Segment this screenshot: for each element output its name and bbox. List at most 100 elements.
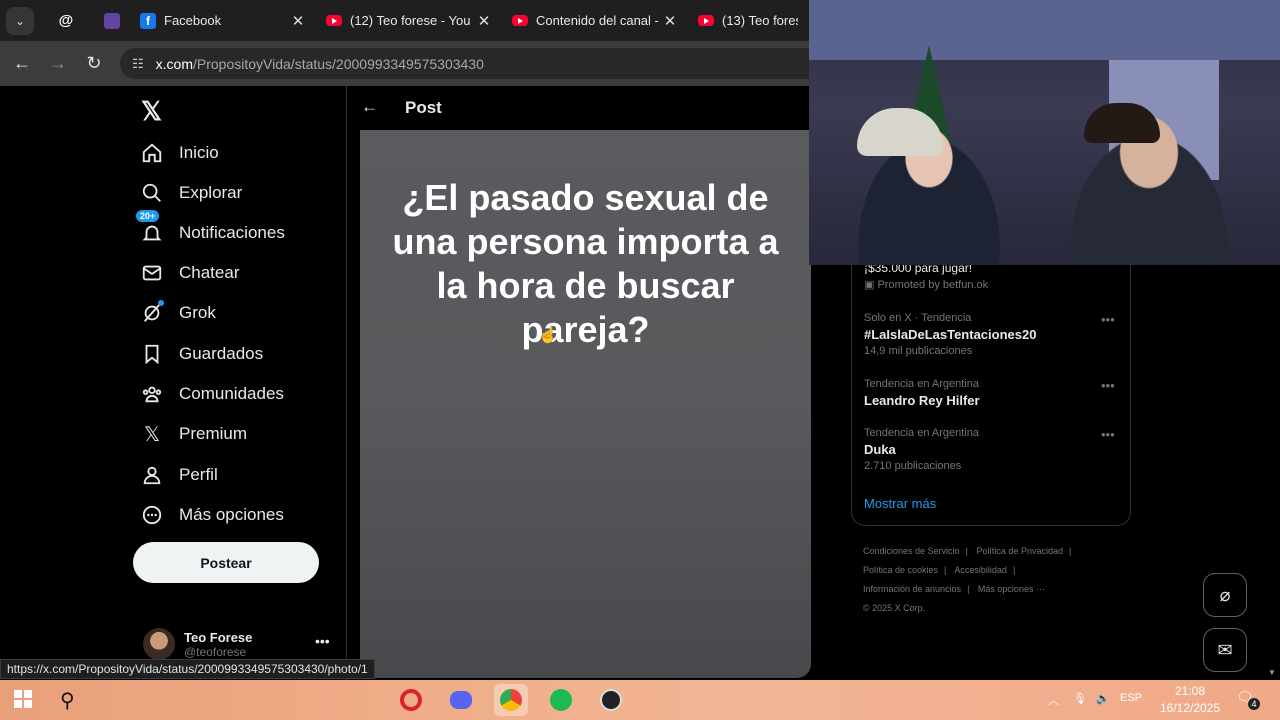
reload-button[interactable]: ↻ [76, 46, 112, 82]
search-icon [141, 182, 163, 204]
hand-cursor-icon: ☝ [538, 327, 558, 344]
tab-search-button[interactable]: ⌄ [6, 6, 34, 35]
sidebar-item-label: Comunidades [179, 384, 284, 403]
post-column: ← Post ¿El pasado sexual de una persona … [347, 86, 811, 680]
obs-icon[interactable] [594, 684, 628, 716]
pinned-tab-threads[interactable]: @ [48, 5, 84, 37]
opera-icon[interactable] [394, 684, 428, 716]
account-more-icon[interactable]: ••• [315, 633, 330, 649]
spotify-icon[interactable] [544, 684, 578, 716]
more-icon[interactable]: ••• [1101, 312, 1115, 327]
footer-terms-link[interactable]: Condiciones de Servicio [863, 546, 960, 556]
footer-copyright: © 2025 X Corp. [863, 603, 926, 613]
site-info-icon[interactable]: ☷ [132, 56, 144, 72]
tab-facebook[interactable]: f Facebook ✕ [130, 0, 316, 41]
sidebar-item-premium[interactable]: 𝕏 Premium [141, 423, 248, 446]
footer-accessibility-link[interactable]: Accesibilidad [954, 565, 1007, 575]
trend-count: 14,9 mil publicaciones [864, 345, 973, 357]
tab-title: Facebook [164, 13, 222, 28]
close-icon[interactable]: ✕ [662, 12, 678, 30]
microphone-icon[interactable]: 🎙 [1073, 692, 1087, 705]
account-switcher[interactable]: Teo Forese @teoforese [143, 628, 252, 660]
x-sidebar: 𝕏 Inicio Explorar 20+ Notificaciones Cha… [0, 86, 346, 680]
clock[interactable]: 21:08 16/12/2025 [1150, 683, 1230, 717]
windows-start-icon[interactable] [14, 690, 32, 708]
footer-more-link[interactable]: Más opciones ··· [978, 584, 1045, 594]
show-more-link[interactable]: Mostrar más [864, 496, 936, 511]
sidebar-item-comunidades[interactable]: Comunidades [141, 383, 284, 405]
tray-chevron-icon[interactable]: ︿ [1048, 692, 1059, 708]
search-icon[interactable]: ⚲ [60, 688, 75, 713]
threads-icon: @ [58, 12, 74, 29]
trend-item[interactable]: Solo en X · Tendencia #LaIslaDeLasTentac… [864, 312, 1036, 357]
mail-icon: ✉ [1217, 639, 1233, 660]
facebook-icon: f [140, 12, 156, 29]
tab-youtube-2[interactable]: Contenido del canal - ✕ [502, 0, 688, 41]
post-header: ← Post [347, 86, 811, 130]
footer-cookies-link[interactable]: Política de cookies [863, 565, 938, 575]
home-icon [141, 142, 163, 164]
promoted-label: ▣ Promoted by betfun.ok [864, 279, 989, 291]
bookmark-icon [141, 343, 163, 365]
notification-center-icon[interactable]: 🗨 4 [1236, 689, 1260, 710]
x-logo-icon[interactable]: 𝕏 [141, 96, 167, 126]
trend-context: Tendencia en Argentina [864, 378, 979, 390]
grok-icon: ⌀ [1219, 584, 1231, 605]
more-icon[interactable]: ••• [1101, 378, 1115, 393]
youtube-icon [512, 13, 528, 29]
sidebar-item-label: Premium [179, 424, 248, 443]
tab-youtube-1[interactable]: (12) Teo forese - You ✕ [316, 0, 502, 41]
sidebar-item-label: Grok [179, 303, 216, 322]
reload-icon: ↻ [86, 53, 102, 73]
status-bubble: https://x.com/PropositoyVida/status/2000… [0, 659, 375, 679]
chrome-icon[interactable] [494, 684, 528, 716]
postear-button[interactable]: Postear [133, 542, 319, 583]
mail-icon [141, 262, 163, 284]
page-title: Post [405, 98, 442, 117]
more-circle-icon [141, 504, 163, 526]
sidebar-item-grok[interactable]: Grok [141, 300, 216, 324]
chevron-down-icon: ⌄ [14, 13, 26, 28]
sidebar-item-mas-opciones[interactable]: Más opciones [141, 504, 284, 526]
sidebar-item-perfil[interactable]: Perfil [141, 464, 218, 486]
sidebar-item-chatear[interactable]: Chatear [141, 262, 239, 284]
scroll-down-icon[interactable]: ▼ [1268, 668, 1276, 677]
sidebar-item-label: Guardados [179, 344, 264, 363]
sidebar-item-inicio[interactable]: Inicio [141, 142, 219, 164]
more-icon[interactable]: ••• [1101, 427, 1115, 442]
sidebar-item-label: Notificaciones [179, 223, 285, 242]
webcam-overlay [809, 0, 1280, 265]
sidebar-item-label: Inicio [179, 143, 219, 162]
x-icon: 𝕏 [143, 423, 161, 446]
trend-item[interactable]: Tendencia en Argentina Duka 2.710 public… [864, 427, 979, 472]
discord-icon[interactable] [444, 684, 478, 716]
trend-item[interactable]: Tendencia en Argentina Leandro Rey Hilfe… [864, 378, 980, 408]
footer-ads-link[interactable]: Información de anuncios [863, 584, 961, 594]
bell-icon: 20+ [136, 210, 163, 244]
tab-youtube-3[interactable]: (13) Teo forese - [688, 0, 808, 41]
back-arrow-icon[interactable]: ← [361, 97, 378, 117]
messages-fab-button[interactable]: ✉ [1203, 628, 1247, 672]
grok-icon [141, 300, 164, 324]
footer-privacy-link[interactable]: Política de Privacidad [976, 546, 1063, 556]
youtube-icon [326, 13, 342, 29]
post-image[interactable]: ¿El pasado sexual de una persona importa… [360, 130, 811, 678]
youtube-icon [698, 13, 714, 29]
sidebar-item-explorar[interactable]: Explorar [141, 182, 242, 204]
volume-icon[interactable]: 🔈 [1096, 692, 1110, 705]
close-icon[interactable]: ✕ [476, 12, 492, 30]
url-domain: x.com [155, 55, 193, 72]
notification-badge: 20+ [136, 210, 160, 222]
sidebar-item-notificaciones[interactable]: 20+ Notificaciones [136, 210, 285, 244]
language-indicator[interactable]: ESP [1120, 692, 1142, 704]
back-button[interactable]: ← [4, 46, 40, 82]
tab-title: (12) Teo forese - You [350, 13, 471, 28]
sidebar-item-guardados[interactable]: Guardados [141, 343, 263, 365]
tab-title: Contenido del canal - [536, 13, 659, 28]
forward-button[interactable]: → [40, 46, 76, 82]
pinned-tab-twitch[interactable] [94, 5, 130, 37]
arrow-left-icon: ← [13, 53, 31, 73]
grok-fab-button[interactable]: ⌀ [1203, 573, 1247, 617]
clock-time: 21:08 [1174, 684, 1206, 698]
close-icon[interactable]: ✕ [290, 12, 306, 30]
